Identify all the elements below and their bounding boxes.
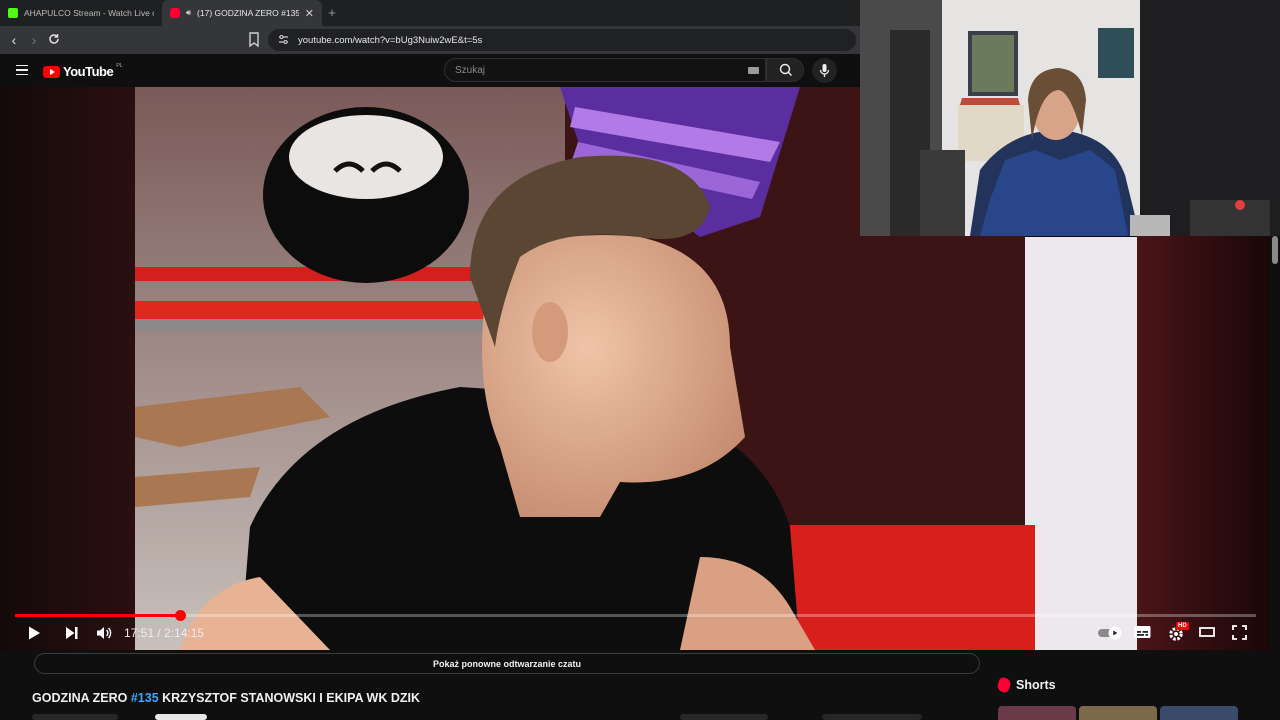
title-prefix: GODZINA ZERO — [32, 691, 131, 705]
search-placeholder: Szukaj — [455, 64, 486, 76]
fullscreen-icon[interactable] — [1232, 625, 1247, 640]
shorts-header: Shorts — [995, 676, 1056, 694]
play-icon[interactable] — [26, 625, 42, 641]
shorts-thumbnail[interactable] — [998, 706, 1076, 720]
shorts-thumbnails — [998, 706, 1238, 720]
video-title: GODZINA ZERO #135 KRZYSZTOF STANOWSKI I … — [32, 691, 420, 705]
search-button[interactable] — [766, 58, 804, 82]
chat-replay-label: Pokaż ponowne odtwarzanie czatu — [432, 658, 582, 669]
youtube-header: YouTube PL Szukaj — [0, 54, 860, 87]
hd-badge: HD — [1176, 622, 1189, 630]
youtube-play-logo-icon — [43, 65, 60, 78]
browser-tab-strip: AHAPULCO Stream - Watch Live on K 🔊︎ (17… — [0, 0, 860, 26]
hashtag-link[interactable]: #135 — [131, 691, 159, 705]
tab-title: AHAPULCO Stream - Watch Live on K — [24, 8, 154, 18]
shorts-thumbnail[interactable] — [1160, 706, 1238, 720]
speaker-playing-icon: 🔊︎ — [186, 8, 192, 17]
tab-title: (17) GODZINA ZERO #135 KR — [197, 8, 299, 18]
microphone-icon — [819, 64, 830, 77]
bookmark-icon[interactable] — [248, 32, 260, 48]
title-rest: KRZYSZTOF STANOWSKI I EKIPA WK DZIK — [158, 691, 420, 705]
progress-scrubber[interactable] — [174, 610, 186, 621]
time-display: 17:51 / 2:14:15 — [124, 626, 205, 640]
theater-mode-icon[interactable] — [1199, 625, 1215, 639]
search-input[interactable]: Szukaj — [444, 58, 766, 82]
voice-search-button[interactable] — [812, 58, 837, 83]
volume-icon[interactable] — [96, 625, 112, 641]
url-text: youtube.com/watch?v=bUg3Nuiw2wE&t=5s — [298, 34, 483, 46]
player-controls: 17:51 / 2:14:15 HD — [0, 610, 1270, 650]
youtube-wordmark: YouTube — [63, 64, 114, 79]
next-icon[interactable] — [64, 625, 80, 641]
show-chat-replay-button[interactable]: Pokaż ponowne odtwarzanie czatu — [34, 653, 980, 674]
forward-arrow-icon[interactable]: › — [24, 32, 44, 48]
action-button-placeholder[interactable] — [680, 714, 768, 720]
youtube-favicon-icon — [170, 8, 180, 18]
menu-icon[interactable] — [16, 65, 28, 75]
tab-close-icon[interactable]: ✕ — [305, 7, 314, 20]
tab-kick-stream[interactable]: AHAPULCO Stream - Watch Live on K — [0, 0, 162, 26]
subscribe-button-placeholder[interactable] — [155, 714, 207, 720]
youtube-logo[interactable]: YouTube PL — [43, 62, 123, 79]
action-button-placeholder[interactable] — [822, 714, 922, 720]
subtitles-icon[interactable] — [1134, 625, 1151, 639]
shorts-icon — [995, 676, 1013, 694]
kick-favicon-icon — [8, 8, 18, 18]
site-info-icon[interactable] — [278, 34, 289, 45]
screen: AHAPULCO Stream - Watch Live on K 🔊︎ (17… — [0, 0, 1280, 720]
webcam-overlay — [860, 0, 1280, 236]
channel-row-placeholder — [32, 714, 118, 720]
browser-toolbar: ‹ › youtube.com/watch?v=bUg3Nuiw2wE&t=5s — [0, 26, 860, 54]
autoplay-toggle-icon[interactable] — [1097, 626, 1123, 640]
tab-youtube-video[interactable]: 🔊︎ (17) GODZINA ZERO #135 KR ✕ — [162, 0, 322, 26]
back-arrow-icon[interactable]: ‹ — [4, 32, 24, 48]
reload-icon[interactable] — [44, 32, 64, 48]
scrollbar-thumb[interactable] — [1272, 236, 1278, 264]
progress-bar[interactable] — [15, 610, 1256, 621]
new-tab-button[interactable]: + — [322, 0, 342, 26]
country-code: PL — [116, 62, 123, 69]
keyboard-icon[interactable] — [748, 67, 759, 74]
search-icon — [779, 63, 792, 76]
shorts-thumbnail[interactable] — [1079, 706, 1157, 720]
progress-played — [15, 614, 181, 617]
webcam-feed — [860, 0, 1280, 236]
shorts-label: Shorts — [1016, 678, 1056, 692]
address-bar[interactable]: youtube.com/watch?v=bUg3Nuiw2wE&t=5s — [268, 29, 856, 51]
